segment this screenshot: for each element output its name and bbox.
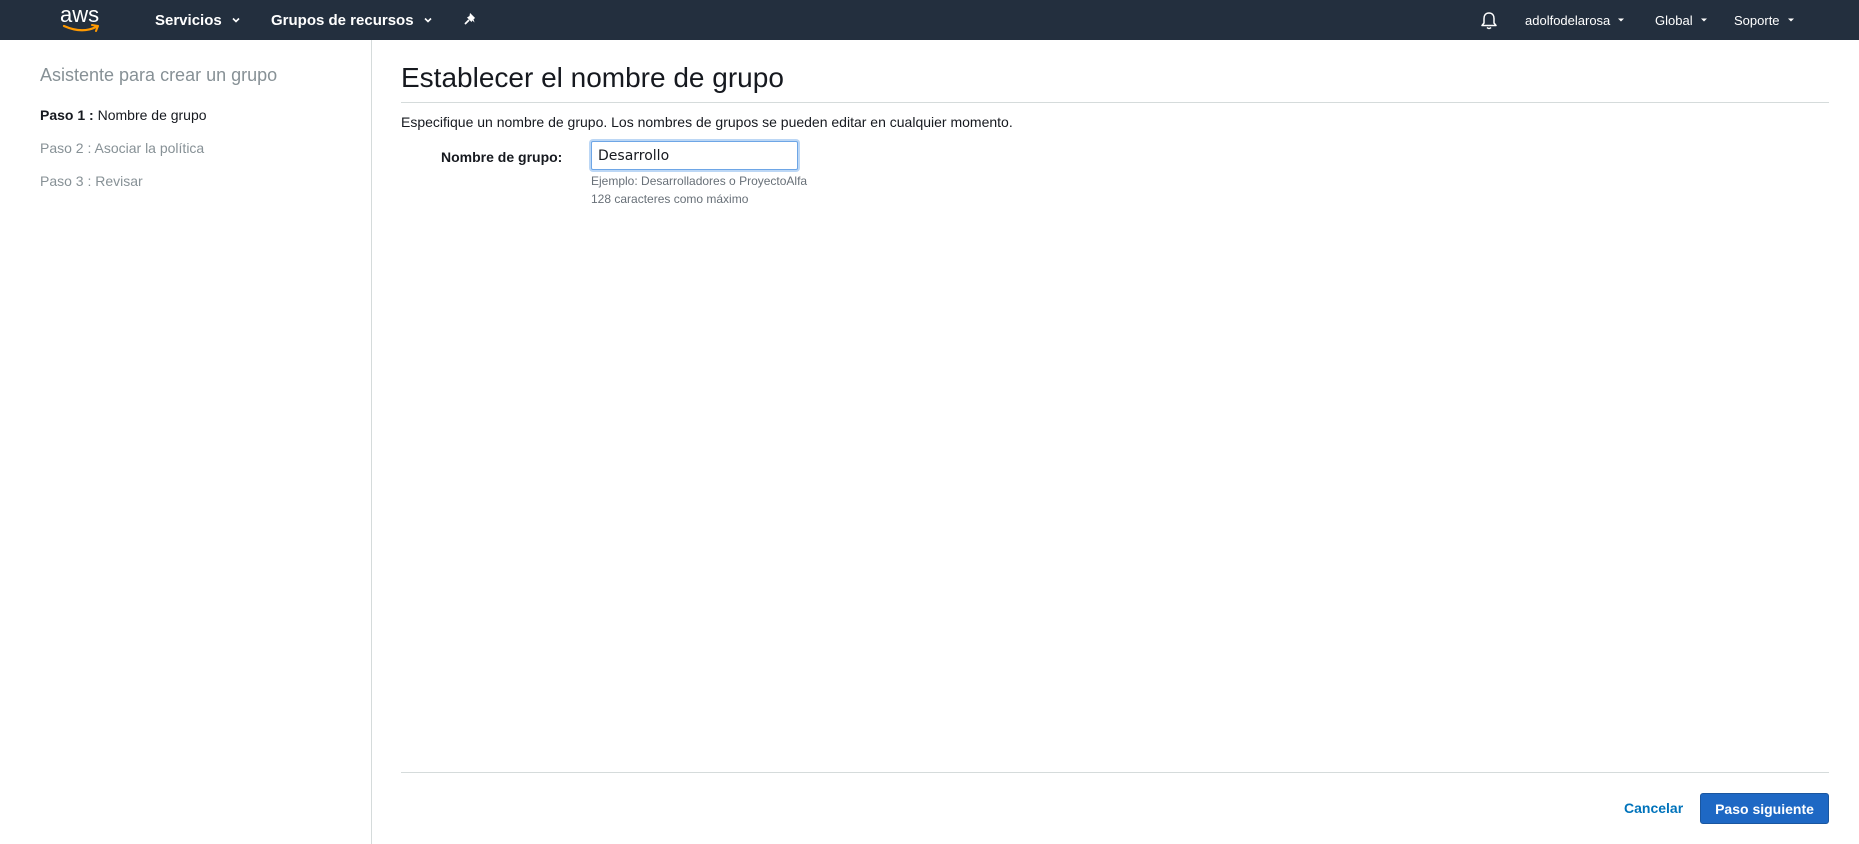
wizard-step-3[interactable]: Paso 3 : Revisar — [40, 173, 143, 189]
notifications-bell-icon[interactable] — [1480, 11, 1498, 31]
account-menu[interactable]: adolfodelarosa — [1525, 0, 1625, 40]
username-label: adolfodelarosa — [1525, 12, 1611, 28]
group-name-example-hint: Ejemplo: Desarrolladores o ProyectoAlfa — [591, 174, 808, 188]
wizard-step-2[interactable]: Paso 2 : Asociar la política — [40, 140, 204, 156]
wizard-title: Asistente para crear un grupo — [40, 65, 278, 85]
resource-groups-menu[interactable]: Grupos de recursos — [271, 0, 433, 40]
step-label: Asociar la política — [94, 140, 205, 156]
group-name-label: Nombre de grupo: — [441, 149, 563, 165]
main-content: Establecer el nombre de grupo Especifiqu… — [401, 40, 1829, 844]
group-name-input[interactable] — [591, 141, 798, 170]
region-menu[interactable]: Global — [1655, 0, 1708, 40]
pin-icon[interactable] — [463, 11, 481, 29]
chevron-down-icon — [423, 17, 432, 23]
step-number: Paso 1 : — [40, 107, 94, 123]
wizard-step-1[interactable]: Paso 1 : Nombre de grupo — [40, 107, 207, 123]
aws-smile-icon — [62, 24, 99, 32]
cancel-link[interactable]: Cancelar — [1624, 800, 1683, 816]
resource-groups-label: Grupos de recursos — [271, 11, 414, 29]
group-name-length-hint: 128 caracteres como máximo — [591, 192, 749, 206]
step-number: Paso 3 : — [40, 173, 92, 189]
services-menu[interactable]: Servicios — [155, 0, 241, 40]
chevron-down-icon — [1787, 18, 1794, 22]
step-label: Revisar — [95, 173, 143, 189]
aws-logo[interactable]: aws — [58, 4, 106, 36]
page-description: Especifique un nombre de grupo. Los nomb… — [401, 114, 1013, 130]
top-navigation-bar: aws Servicios Grupos de recursos adolfod… — [0, 0, 1859, 40]
support-menu[interactable]: Soporte — [1734, 0, 1795, 40]
chevron-down-icon — [1700, 18, 1707, 22]
title-divider — [401, 102, 1829, 103]
aws-logo-text: aws — [60, 2, 100, 27]
step-label: Nombre de grupo — [97, 107, 207, 123]
step-number: Paso 2 : — [40, 140, 92, 156]
region-label: Global — [1655, 12, 1693, 28]
page-title: Establecer el nombre de grupo — [401, 62, 784, 93]
services-label: Servicios — [155, 11, 222, 29]
chevron-down-icon — [232, 17, 240, 23]
wizard-sidebar: Asistente para crear un grupo Paso 1 : N… — [0, 40, 372, 844]
chevron-down-icon — [1618, 18, 1625, 22]
footer-divider — [401, 772, 1829, 773]
support-label: Soporte — [1734, 12, 1780, 28]
next-step-button[interactable]: Paso siguiente — [1700, 793, 1829, 824]
